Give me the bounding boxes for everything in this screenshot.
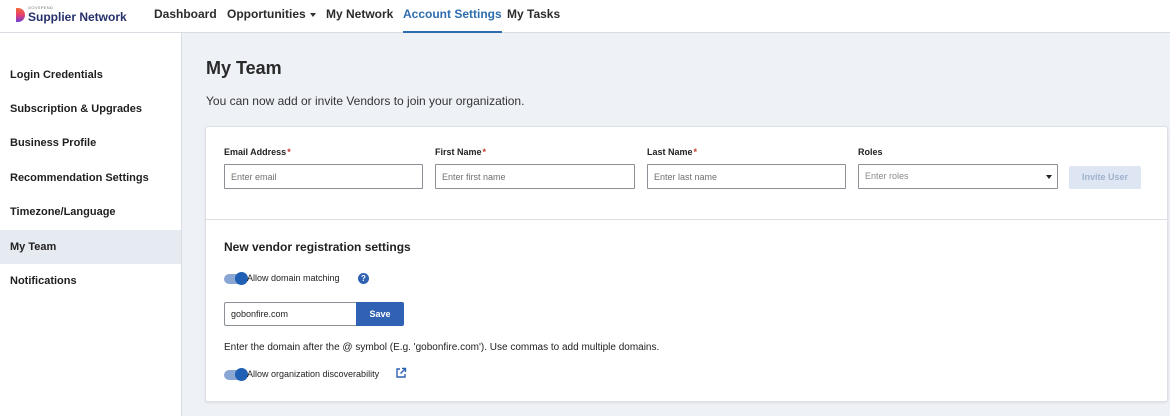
brand-name: Supplier Network <box>28 10 127 24</box>
last-name-label: Last Name* <box>647 147 698 157</box>
section-title: New vendor registration settings <box>224 240 411 254</box>
page-title: My Team <box>206 58 282 78</box>
nav-opportunities-label: Opportunities <box>227 7 306 21</box>
domain-help-text: Enter the domain after the @ symbol (E.g… <box>224 342 660 353</box>
nav-my-network[interactable]: My Network <box>326 7 393 33</box>
sidebar-item-subscription[interactable]: Subscription & Upgrades <box>0 92 181 126</box>
external-link-icon[interactable] <box>395 367 407 379</box>
settings-sidebar: Login Credentials Subscription & Upgrade… <box>0 33 182 416</box>
brand-mark-icon <box>16 7 25 22</box>
sidebar-item-notifications[interactable]: Notifications <box>0 264 181 298</box>
roles-label: Roles <box>858 147 883 157</box>
first-name-label: First Name* <box>435 147 487 157</box>
roles-placeholder: Enter roles <box>865 171 909 181</box>
email-label: Email Address* <box>224 147 291 157</box>
sidebar-item-recommendation-settings[interactable]: Recommendation Settings <box>0 161 181 195</box>
top-navigation: GOVSPEND Supplier Network Dashboard Oppo… <box>0 0 1170 33</box>
email-field[interactable] <box>224 164 423 189</box>
sidebar-item-my-team[interactable]: My Team <box>0 230 181 264</box>
nav-opportunities[interactable]: Opportunities <box>227 7 316 33</box>
chevron-down-icon <box>309 12 316 17</box>
first-name-field[interactable] <box>435 164 635 189</box>
divider <box>206 219 1167 220</box>
discoverability-toggle[interactable] <box>224 368 248 381</box>
sidebar-item-business-profile[interactable]: Business Profile <box>0 126 181 160</box>
roles-select[interactable]: Enter roles <box>858 164 1058 189</box>
nav-account-settings[interactable]: Account Settings <box>403 7 502 33</box>
last-name-field[interactable] <box>647 164 846 189</box>
sidebar-item-login-credentials[interactable]: Login Credentials <box>0 58 181 92</box>
invite-user-button[interactable]: Invite User <box>1069 166 1141 189</box>
discoverability-label: Allow organization discoverability <box>247 369 380 379</box>
team-card: Email Address* First Name* Last Name* Ro… <box>205 126 1168 402</box>
chevron-down-icon <box>1046 175 1052 179</box>
nav-my-tasks[interactable]: My Tasks <box>507 7 560 33</box>
domain-input[interactable] <box>224 302 356 326</box>
domain-matching-label: Allow domain matching <box>247 273 340 283</box>
nav-dashboard[interactable]: Dashboard <box>154 7 217 33</box>
brand-logo[interactable]: GOVSPEND Supplier Network <box>16 6 127 23</box>
help-icon[interactable]: ? <box>358 273 369 284</box>
domain-matching-toggle[interactable] <box>224 272 248 285</box>
sidebar-item-timezone-language[interactable]: Timezone/Language <box>0 195 181 229</box>
main-content: My Team You can now add or invite Vendor… <box>182 33 1170 416</box>
page-subtitle: You can now add or invite Vendors to joi… <box>206 94 525 108</box>
save-button[interactable]: Save <box>356 302 404 326</box>
